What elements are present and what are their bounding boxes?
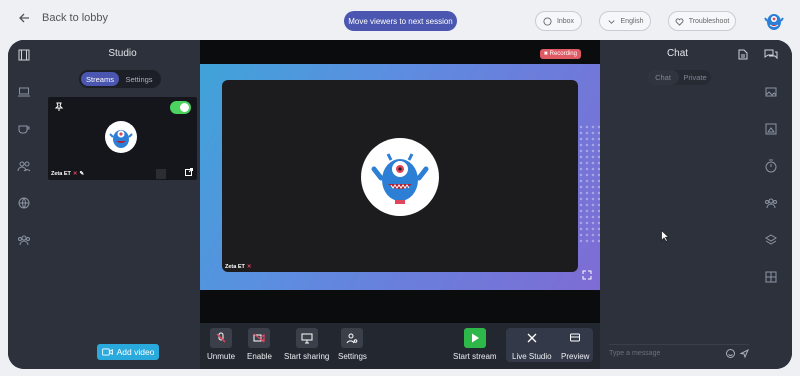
- chat-bubbles-icon[interactable]: [764, 48, 778, 62]
- troubleshoot-button[interactable]: Troubleshoot: [668, 11, 736, 31]
- globe-icon[interactable]: [17, 196, 31, 210]
- timer-icon[interactable]: [764, 159, 778, 173]
- tab-private[interactable]: Private: [679, 70, 711, 85]
- chat-placeholder: Type a message: [609, 350, 661, 357]
- pin-icon[interactable]: [54, 102, 64, 112]
- stream-avatar: [105, 121, 137, 153]
- settings-button[interactable]: Settings: [338, 328, 367, 361]
- external-link-icon[interactable]: [185, 168, 193, 176]
- layers-icon[interactable]: [764, 233, 778, 247]
- stream-thumbnail[interactable]: Zeta ET ✕ ✎: [48, 97, 197, 180]
- user-gear-icon: [341, 328, 364, 348]
- stage-background: Zeta ET ✕: [200, 64, 600, 290]
- coffee-cup-icon[interactable]: [17, 122, 31, 136]
- app-panel: Studio Streams Settings Zeta ET ✕ ✎ Add …: [8, 40, 792, 369]
- enable-label: Enable: [247, 352, 272, 361]
- left-rail: [8, 40, 45, 369]
- top-bar: Back to lobby Move viewers to next sessi…: [0, 0, 800, 40]
- settings-label: Settings: [338, 352, 367, 361]
- speaker-name: Zeta ET: [225, 264, 245, 270]
- attendees-icon[interactable]: [764, 196, 778, 210]
- chat-input[interactable]: Type a message: [609, 344, 749, 362]
- add-video-label: Add video: [116, 347, 155, 357]
- chat-panel: Chat Chat Private Type a message: [600, 40, 755, 369]
- unmute-button[interactable]: Unmute: [207, 328, 235, 361]
- recording-label: Recording: [549, 51, 577, 57]
- language-label: English: [620, 17, 644, 25]
- camera-off-icon: [248, 328, 271, 348]
- back-label: Back to lobby: [42, 12, 109, 24]
- record-indicator: [156, 169, 166, 179]
- picture-icon[interactable]: [764, 122, 778, 136]
- inbox-label: Inbox: [556, 17, 575, 25]
- send-icon[interactable]: [740, 349, 749, 358]
- tab-settings[interactable]: Settings: [119, 72, 159, 86]
- language-selector[interactable]: English: [599, 11, 651, 31]
- tab-streams[interactable]: Streams: [81, 72, 119, 86]
- stream-visibility-toggle[interactable]: [170, 101, 191, 114]
- add-video-button[interactable]: Add video: [97, 344, 159, 360]
- lock-icon: ■: [544, 51, 548, 57]
- document-icon[interactable]: [738, 49, 748, 60]
- troubleshoot-label: Troubleshoot: [688, 17, 730, 25]
- live-studio-button[interactable]: Live Studio: [512, 328, 552, 361]
- heart-pulse-icon: [675, 17, 684, 26]
- studio-tabs: Streams Settings: [79, 70, 161, 88]
- right-rail: [755, 40, 792, 369]
- arrow-left-icon: [19, 13, 29, 23]
- mic-muted-icon: ✕: [72, 171, 78, 177]
- group-icon[interactable]: [17, 233, 31, 247]
- user-avatar[interactable]: [764, 10, 784, 32]
- live-studio-label: Live Studio: [512, 352, 552, 361]
- pencil-icon[interactable]: ✎: [79, 171, 84, 177]
- chat-bubble-icon: [543, 16, 552, 26]
- emoji-icon[interactable]: [726, 349, 735, 358]
- inbox-button[interactable]: Inbox: [535, 11, 582, 31]
- preview-button[interactable]: Preview: [561, 328, 589, 361]
- fullscreen-icon[interactable]: [582, 270, 592, 280]
- start-stream-button[interactable]: Start stream: [453, 328, 497, 361]
- stream-name: Zeta ET: [51, 171, 71, 177]
- stream-name-tag: Zeta ET ✕ ✎: [51, 171, 84, 177]
- start-stream-label: Start stream: [453, 352, 497, 361]
- studio-title: Studio: [108, 48, 137, 59]
- film-icon[interactable]: [17, 48, 31, 62]
- monitor-icon: [295, 328, 318, 348]
- mic-off-icon: [210, 328, 232, 348]
- people-icon[interactable]: [17, 159, 31, 173]
- back-to-lobby-link[interactable]: Back to lobby: [18, 12, 108, 24]
- speaker-avatar: [361, 138, 439, 216]
- unmute-label: Unmute: [207, 352, 236, 361]
- video-preview-icon: [564, 328, 586, 348]
- start-sharing-button[interactable]: Start sharing: [284, 328, 329, 361]
- speaker-name-tag: Zeta ET ✕: [225, 264, 251, 270]
- control-bar: Unmute Enable Start sharing Settings Sta…: [200, 323, 600, 369]
- image-gallery-icon[interactable]: [764, 85, 778, 99]
- mic-muted-icon: ✕: [246, 264, 252, 270]
- laptop-icon[interactable]: [17, 85, 31, 99]
- preview-label: Preview: [561, 352, 590, 361]
- studio-panel: Studio Streams Settings Zeta ET ✕ ✎ Add …: [45, 40, 200, 369]
- speaker-video[interactable]: Zeta ET ✕: [222, 80, 578, 272]
- play-icon: [463, 328, 486, 348]
- stage: ■ Recording Zeta ET ✕ Unmute Enable Star…: [200, 40, 600, 369]
- start-sharing-label: Start sharing: [284, 352, 330, 361]
- tab-chat[interactable]: Chat: [647, 70, 679, 85]
- enable-camera-button[interactable]: Enable: [247, 328, 272, 361]
- mouse-pointer-icon: [661, 230, 669, 242]
- chat-tabs: Chat Private: [647, 70, 711, 85]
- grid-icon[interactable]: [764, 270, 778, 284]
- move-viewers-button[interactable]: Move viewers to next session: [344, 11, 457, 31]
- recording-badge: ■ Recording: [540, 49, 581, 59]
- video-camera-icon: [101, 348, 113, 356]
- chat-title: Chat: [666, 48, 689, 59]
- tools-icon: [521, 328, 543, 348]
- chevron-down-icon: [607, 19, 615, 24]
